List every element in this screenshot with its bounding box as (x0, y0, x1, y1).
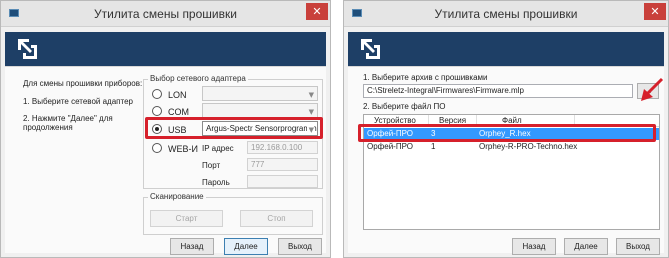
next-button[interactable]: Далее (564, 238, 608, 255)
next-button[interactable]: Далее (224, 238, 268, 255)
step-2-label: 2. Выберите файл ПО (363, 102, 446, 111)
close-button[interactable]: ✕ (306, 3, 328, 20)
header-banner (348, 32, 664, 66)
title-bar[interactable]: Утилита смены прошивки ✕ (344, 1, 668, 27)
streletz-logo-icon (18, 39, 37, 59)
selected-row-highlight-frame (358, 124, 656, 142)
instruction-step-2: 2. Нажмите "Далее" для (23, 114, 113, 123)
step-1-label: 1. Выберите архив с прошивками (363, 73, 488, 82)
cell-version: 1 (431, 142, 436, 151)
firmware-utility-window-adapter: Утилита смены прошивки ✕ Для смены проши… (0, 0, 331, 258)
instruction-step-1: 1. Выберите сетевой адаптер (23, 97, 133, 106)
ip-address-label: IP адрес (202, 144, 234, 153)
usb-highlight-frame (145, 117, 323, 139)
scan-start-button[interactable]: Старт (150, 210, 223, 227)
close-button[interactable]: ✕ (644, 3, 666, 20)
wizard-body: Для смены прошивки приборов: 1. Выберите… (5, 66, 326, 255)
back-button[interactable]: Назад (512, 238, 556, 255)
adapter-group-title: Выбор сетевого адаптера (148, 74, 248, 83)
password-field[interactable] (247, 175, 318, 188)
exit-button[interactable]: Выход (278, 238, 322, 255)
instruction-step-2-continued: продолжения (23, 123, 73, 132)
exit-button[interactable]: Выход (616, 238, 660, 255)
cell-file: Orphey-R-PRO-Techno.hex (479, 142, 578, 151)
radio-com[interactable] (152, 106, 162, 116)
radio-web-label: WEB-И (168, 144, 198, 154)
lon-device-select[interactable]: ▼ (202, 86, 318, 101)
window-title: Утилита смены прошивки (434, 7, 578, 21)
firmware-utility-window-file: Утилита смены прошивки ✕ 1. Выберите арх… (343, 0, 669, 258)
radio-web[interactable] (152, 143, 162, 153)
scan-stop-button[interactable]: Стоп (240, 210, 313, 227)
title-bar[interactable]: Утилита смены прошивки ✕ (1, 1, 330, 27)
port-label: Порт (202, 161, 221, 170)
com-port-select[interactable]: ▼ (202, 103, 318, 118)
port-field[interactable]: 777 (247, 158, 318, 171)
table-row[interactable]: Орфей-ПРО 1 Orphey-R-PRO-Techno.hex (364, 141, 659, 153)
cell-device: Орфей-ПРО (367, 142, 413, 151)
chevron-down-icon: ▼ (308, 91, 314, 99)
instructions-heading: Для смены прошивки приборов: (23, 79, 143, 88)
password-label: Пароль (202, 178, 230, 187)
radio-lon-label: LON (168, 90, 187, 100)
ip-address-field[interactable]: 192.168.0.100 (247, 141, 318, 154)
scan-group-title: Сканирование (148, 192, 206, 201)
radio-com-label: COM (168, 107, 189, 117)
radio-lon[interactable] (152, 89, 162, 99)
header-banner (5, 32, 326, 66)
red-arrow-pointer-icon (641, 77, 664, 101)
wizard-body: 1. Выберите архив с прошивками C:\Strele… (348, 66, 664, 255)
streletz-logo-icon (361, 39, 380, 59)
archive-path-field[interactable]: C:\Streletz-Integral\Firmwares\Firmware.… (363, 84, 633, 98)
window-title: Утилита смены прошивки (94, 7, 237, 21)
back-button[interactable]: Назад (170, 238, 214, 255)
